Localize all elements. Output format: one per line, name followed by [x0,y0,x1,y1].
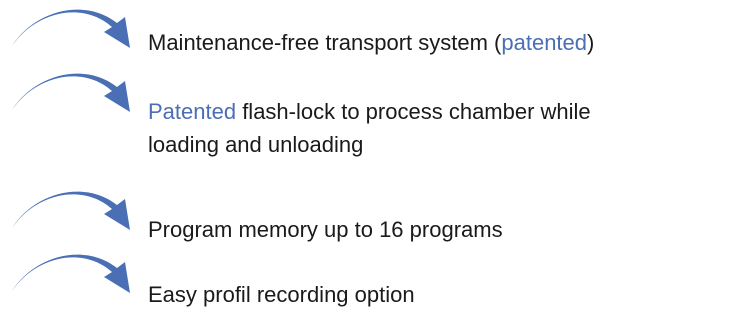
patented-highlight: patented [501,30,588,55]
feature-text: Maintenance-free transport system (paten… [148,26,594,59]
feature-text-line-1: Patented flash-lock to process chamber w… [148,95,591,128]
feature-text-line-2: loading and unloading [148,132,364,157]
feature-text: Program memory up to 16 programs [148,217,503,242]
curved-arrow-icon [12,191,130,230]
curved-arrow-icon [12,73,130,112]
curved-arrow-icon [12,9,130,48]
feature-text-rest: flash-lock to process chamber while [236,99,591,124]
feature-text: Patented flash-lock to process chamber w… [148,95,591,161]
curved-arrow-icon [12,254,130,293]
feature-text-post: ) [587,30,595,55]
feature-text: Easy profil recording option [148,282,415,307]
patented-highlight: Patented [148,99,237,124]
feature-text-pre: Maintenance-free transport system ( [148,30,502,55]
